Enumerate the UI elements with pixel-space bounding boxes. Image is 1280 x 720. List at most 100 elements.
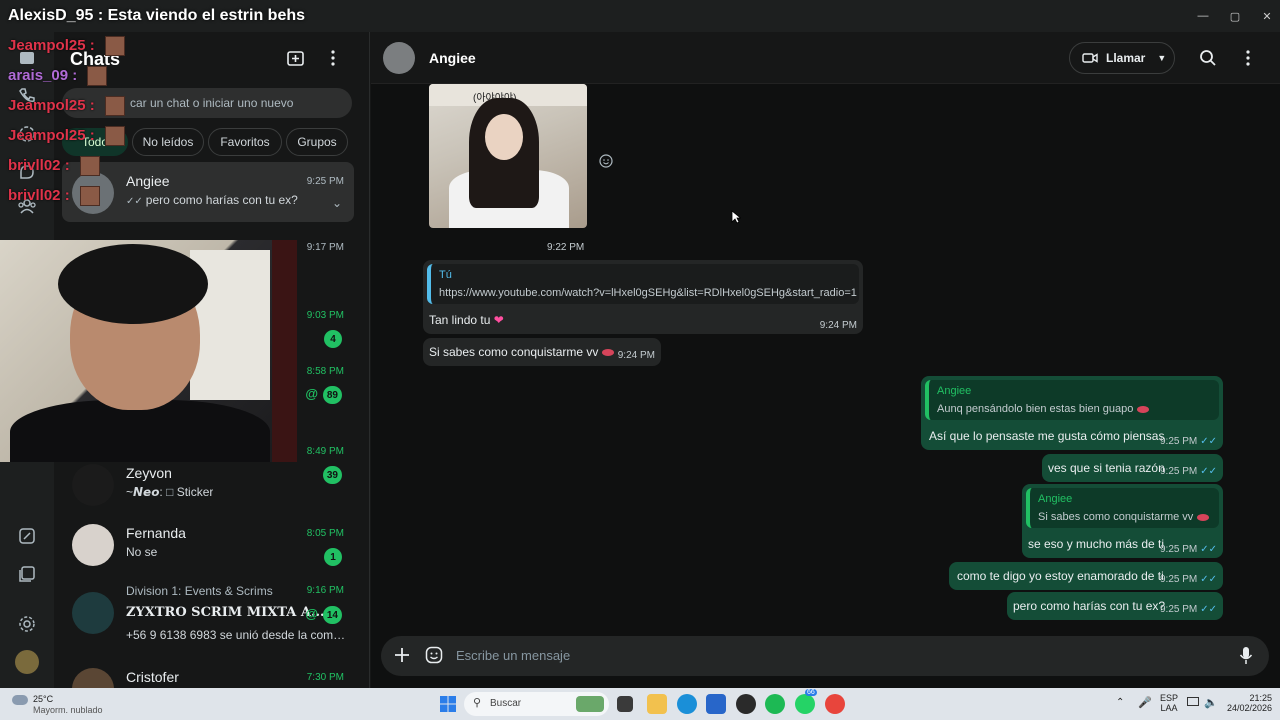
stream-chat-message: Jeampol25 : [8, 36, 125, 56]
conversation-header: Angiee Llamar ▼ [371, 32, 1280, 84]
quote-text: Aunq pensándolo bien estas bien guapo [937, 403, 1134, 415]
edge-icon[interactable] [677, 694, 697, 714]
message-bubble-outgoing[interactable]: Angiee Aunq pensándolo bien estas bien g… [921, 376, 1223, 450]
taskbar-search[interactable]: ⚲ Buscar [464, 692, 609, 716]
quote-author: Angiee [937, 385, 972, 397]
stream-chat-user: brivll02 [8, 186, 61, 204]
quoted-message[interactable]: Angiee Aunq pensándolo bien estas bien g… [925, 380, 1219, 420]
message-bubble-outgoing[interactable]: ves que si tenia razón 9:25 PM ✓✓ [1042, 454, 1223, 482]
filter-unread[interactable]: No leídos [132, 128, 204, 156]
clock[interactable]: 21:25 24/02/2026 [1222, 693, 1272, 713]
new-chat-icon[interactable] [286, 48, 308, 70]
message-bubble-outgoing[interactable]: Angiee Si sabes como conquistarme vv se … [1022, 484, 1223, 558]
chat-item-fernanda[interactable]: Fernanda No se 8:05 PM 1 [62, 514, 354, 574]
weather-icon[interactable] [12, 695, 28, 705]
quote-author: Angiee [1038, 493, 1073, 505]
stream-chat-user: arais_09 [8, 66, 69, 84]
chat-item-angiee[interactable]: Angiee ✓✓ pero como harías con tu ex? 9:2… [62, 162, 354, 222]
contact-name[interactable]: Angiee [429, 50, 476, 66]
settings-icon[interactable] [15, 612, 39, 636]
message-time: 9:25 PM [1159, 604, 1198, 615]
close-button[interactable]: ✕ [1250, 0, 1280, 32]
avatar [72, 464, 114, 506]
message-bubble-incoming[interactable]: Tú https://www.youtube.com/watch?v=lHxel… [423, 260, 863, 334]
menu-icon[interactable] [330, 48, 342, 70]
windows-taskbar: 25°C Mayorm. nublado ⚲ Buscar 66 ⌃ 🎤 ESP… [0, 688, 1280, 720]
message-time: 9:25 PM [1159, 544, 1198, 555]
filter-favorites[interactable]: Favoritos [208, 128, 282, 156]
message-time-wrap: 9:25 PM ✓✓ [1160, 436, 1217, 447]
webcam-streamer-hair [58, 244, 208, 324]
message-time: 9:24 PM [617, 350, 655, 361]
stream-chat-message: Jeampol25 : [8, 126, 125, 146]
emote-icon [79, 186, 100, 206]
language-indicator[interactable]: ESP LAA [1160, 693, 1178, 713]
volume-icon[interactable]: 🔈 [1204, 696, 1218, 709]
emoji-icon[interactable] [425, 646, 443, 669]
store-icon[interactable] [706, 694, 726, 714]
whatsapp-icon[interactable]: 66 [795, 689, 817, 714]
message-text: ves que si tenia razón [1048, 461, 1165, 475]
chat-preview: ~𝙉𝙚𝙤: □ Sticker [126, 485, 213, 499]
chat-item-cristofer[interactable]: Cristofer 7:30 PM [62, 658, 354, 688]
stream-chat-user: Jeampol25 [8, 36, 86, 54]
profile-avatar[interactable] [15, 650, 39, 674]
message-time: 9:25 PM [1159, 574, 1198, 585]
avatar [72, 668, 114, 688]
webcam-overlay [0, 240, 297, 462]
message-bubble-incoming[interactable]: Si sabes como conquistarme vv 9:24 PM [423, 338, 661, 366]
message-text: se eso y mucho más de ti [1028, 537, 1165, 551]
stream-chat-message: arais_09 : [8, 66, 108, 86]
message-bubble-outgoing[interactable]: como te digo yo estoy enamorado de ti 9:… [949, 562, 1223, 590]
stream-chat-message: brivll02 : [8, 156, 100, 176]
task-view-icon[interactable] [617, 696, 633, 712]
stream-chat-user: Jeampol25 [8, 126, 86, 144]
stream-chat-message: brivll02 : [8, 186, 100, 206]
ai-icon[interactable] [15, 524, 39, 548]
message-text-wrap: Tan lindo tu ❤ [429, 313, 504, 327]
microphone-icon[interactable] [1239, 646, 1253, 671]
quoted-message[interactable]: Tú https://www.youtube.com/watch?v=lHxel… [427, 264, 859, 304]
contact-avatar[interactable] [383, 42, 415, 74]
message-text-wrap: Si sabes como conquistarme vv [429, 345, 615, 359]
unread-badge: 39 [322, 466, 342, 484]
chat-name: Cristofer [126, 669, 179, 685]
message-time: 9:25 PM [1159, 466, 1198, 477]
chat-time: 9:03 PM [306, 310, 344, 321]
emoji-react-icon[interactable] [599, 154, 613, 173]
media-icon[interactable] [15, 562, 39, 586]
obs-icon[interactable] [736, 694, 756, 714]
message-input[interactable]: Escribe un mensaje [456, 648, 570, 663]
chat-preview: ✓✓ pero como harías con tu ex? [126, 193, 298, 207]
network-icon[interactable] [1187, 697, 1199, 706]
image-message[interactable]: (아야야야) [429, 84, 587, 228]
message-text: Si sabes como conquistarme vv [429, 345, 599, 359]
read-ticks-icon: ✓✓ [1200, 466, 1217, 477]
stream-chat-message: Jeampol25 : [8, 96, 125, 116]
search-icon[interactable] [1199, 49, 1217, 72]
chevron-up-icon[interactable]: ⌃ [1116, 697, 1124, 708]
file-explorer-icon[interactable] [647, 694, 667, 714]
message-time-wrap: 9:25 PM ✓✓ [1160, 574, 1217, 585]
chat-item-division-1[interactable]: Division 1: Events & Scrims ZYXTRO SCRIM… [62, 576, 354, 648]
call-button[interactable]: Llamar ▼ [1069, 42, 1175, 74]
start-icon[interactable] [440, 696, 456, 714]
unread-badge: 1 [324, 548, 342, 566]
quoted-message[interactable]: Angiee Si sabes como conquistarme vv [1026, 488, 1219, 528]
video-call-icon [1082, 53, 1098, 63]
chrome-icon[interactable] [825, 694, 845, 714]
chat-item-zeyvon[interactable]: Zeyvon ~𝙉𝙚𝙤: □ Sticker 39 [62, 454, 354, 514]
minimize-button[interactable]: — [1186, 0, 1220, 32]
attach-plus-icon[interactable] [394, 647, 410, 668]
chat-time: 9:25 PM [306, 176, 344, 187]
menu-icon[interactable] [1245, 49, 1251, 72]
chevron-down-icon: ▼ [1157, 53, 1167, 63]
message-bubble-outgoing[interactable]: pero como harías con tu ex? 9:25 PM ✓✓ [1007, 592, 1223, 620]
maximize-button[interactable]: ▢ [1218, 0, 1252, 32]
quote-text-wrap: Aunq pensándolo bien estas bien guapo [937, 403, 1150, 415]
filter-groups[interactable]: Grupos [286, 128, 348, 156]
microphone-icon[interactable]: 🎤 [1138, 696, 1152, 709]
spotify-icon[interactable] [765, 694, 785, 714]
search-icon: ⚲ [473, 697, 482, 709]
chevron-down-icon[interactable]: ⌄ [332, 196, 342, 210]
